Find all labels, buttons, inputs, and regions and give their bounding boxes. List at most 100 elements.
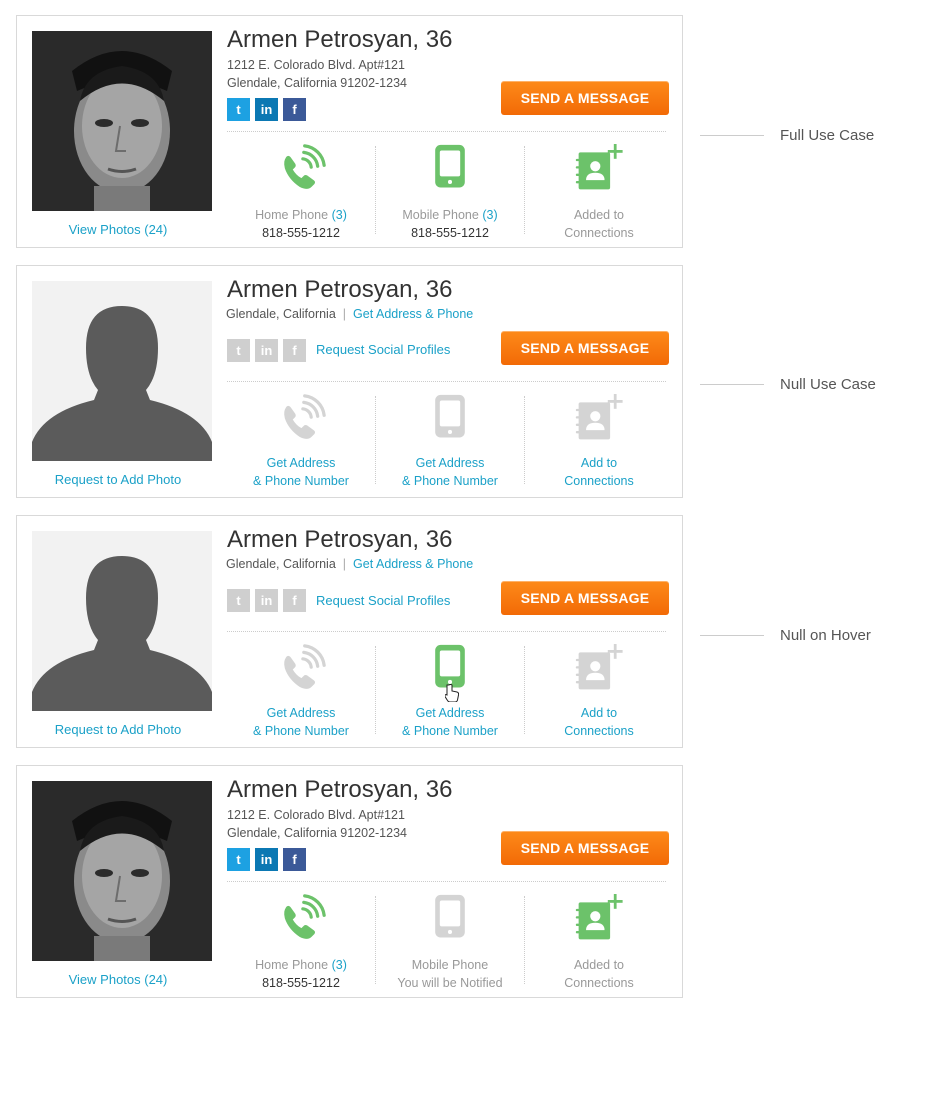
home-phone-number: 818-555-1212 [262,976,340,990]
person-name: Armen Petrosyan, 36 [227,276,453,303]
person-name: Armen Petrosyan, 36 [227,776,453,803]
phone-icon [276,644,326,694]
location-line: Glendale, California | Get Address & Phone [226,307,473,321]
request-social-link[interactable]: Request Social Profiles [316,342,450,357]
connections-block[interactable]: Add to Connections [525,394,673,488]
city-text: Glendale, California [226,307,336,321]
location-line: Glendale, California | Get Address & Phone [226,557,473,571]
twitter-icon[interactable]: t [227,848,250,871]
twitter-icon[interactable]: t [227,339,250,362]
add-connections-link-2[interactable]: Connections [525,472,673,490]
phone-icon [276,394,326,444]
mobile-phone-block-hover[interactable]: Get Address & Phone Number [376,644,524,738]
case-label: Null Use Case [700,376,876,393]
twitter-icon[interactable]: t [227,98,250,121]
home-phone-block[interactable]: Get Address & Phone Number [227,644,375,738]
address-line-1: 1212 E. Colorado Blvd. Apt#121 [227,808,405,822]
view-photos-link[interactable]: View Photos (24) [17,972,219,987]
mobile-phone-block[interactable]: Get Address & Phone Number [376,394,524,488]
connections-label-2: Connections [564,976,634,990]
case-label: Null on Hover [700,627,871,644]
social-profiles: t in f [227,848,306,871]
profile-card-partial: View Photos (24) Armen Petrosyan, 36 121… [16,765,683,998]
get-address-link-2[interactable]: & Phone Number [376,722,524,740]
get-address-link-2[interactable]: & Phone Number [227,722,375,740]
get-address-link-1[interactable]: Get Address [376,454,524,472]
request-social-link[interactable]: Request Social Profiles [316,593,450,608]
divider [227,631,666,632]
facebook-icon[interactable]: f [283,339,306,362]
case-label: Full Use Case [700,127,874,144]
twitter-icon[interactable]: t [227,589,250,612]
address-line-2: Glendale, California 91202-1234 [227,826,407,840]
facebook-icon[interactable]: f [283,848,306,871]
divider [227,881,666,882]
send-message-button[interactable]: SEND A MESSAGE [501,331,669,365]
social-profiles: t in f [227,339,306,362]
get-address-link-2[interactable]: & Phone Number [376,472,524,490]
placeholder-photo[interactable] [32,281,212,461]
send-message-button[interactable]: SEND A MESSAGE [501,831,669,865]
get-address-link-1[interactable]: Get Address [227,454,375,472]
get-address-link[interactable]: Get Address & Phone [353,557,473,571]
linkedin-icon[interactable]: in [255,848,278,871]
get-address-link[interactable]: Get Address & Phone [353,307,473,321]
connections-block[interactable]: Added to Connections [525,894,673,990]
home-phone-block[interactable]: Home Phone (3) 818-555-1212 [227,894,375,990]
person-name: Armen Petrosyan, 36 [227,26,453,53]
connections-label-2: Connections [564,226,634,240]
linkedin-icon[interactable]: in [255,589,278,612]
home-phone-label: Home Phone (3) [255,208,347,222]
address-line-1: 1212 E. Colorado Blvd. Apt#121 [227,58,405,72]
send-message-button[interactable]: SEND A MESSAGE [501,581,669,615]
add-connections-link-1[interactable]: Add to [525,704,673,722]
view-photos-link[interactable]: View Photos (24) [17,222,219,237]
home-phone-block[interactable]: Get Address & Phone Number [227,394,375,488]
send-message-button[interactable]: SEND A MESSAGE [501,81,669,115]
connections-label-1: Added to [573,958,625,972]
placeholder-photo[interactable] [32,531,212,711]
get-address-link-1[interactable]: Get Address [376,704,524,722]
add-contact-icon [574,644,624,694]
address-line-2: Glendale, California 91202-1234 [227,76,407,90]
mobile-phone-label: Mobile Phone (3) [402,208,498,222]
request-photo-link[interactable]: Request to Add Photo [17,722,219,737]
profile-photo[interactable] [32,31,212,211]
mobile-phone-icon [425,894,475,944]
mobile-phone-icon [425,144,475,194]
add-connections-link-2[interactable]: Connections [525,722,673,740]
divider [227,131,666,132]
divider [227,381,666,382]
connections-block[interactable]: Add to Connections [525,644,673,738]
add-connections-link-1[interactable]: Add to [525,454,673,472]
mobile-phone-number: 818-555-1212 [411,226,489,240]
linkedin-icon[interactable]: in [255,339,278,362]
social-profiles: t in f [227,589,306,612]
profile-card-null-hover: Request to Add Photo Armen Petrosyan, 36… [16,515,683,748]
phone-icon [276,894,326,944]
home-phone-block[interactable]: Home Phone (3) 818-555-1212 [227,144,375,240]
mobile-phone-icon [425,394,475,444]
mobile-phone-block[interactable]: Mobile Phone (3) 818-555-1212 [376,144,524,240]
home-phone-number: 818-555-1212 [262,226,340,240]
facebook-icon[interactable]: f [283,98,306,121]
facebook-icon[interactable]: f [283,589,306,612]
get-address-link-2[interactable]: & Phone Number [227,472,375,490]
home-phone-label: Home Phone (3) [255,958,347,972]
profile-photo[interactable] [32,781,212,961]
connections-label-1: Added to [573,208,625,222]
get-address-link-1[interactable]: Get Address [227,704,375,722]
social-profiles: t in f [227,98,306,121]
profile-card-full: View Photos (24) Armen Petrosyan, 36 121… [16,15,683,248]
add-contact-icon [574,894,624,944]
profile-card-null: Request to Add Photo Armen Petrosyan, 36… [16,265,683,498]
linkedin-icon[interactable]: in [255,98,278,121]
mobile-phone-block[interactable]: Mobile Phone You will be Notified [376,894,524,990]
city-text: Glendale, California [226,557,336,571]
add-contact-icon [574,394,624,444]
person-name: Armen Petrosyan, 36 [227,526,453,553]
add-contact-icon [574,144,624,194]
notify-text: You will be Notified [397,976,503,990]
request-photo-link[interactable]: Request to Add Photo [17,472,219,487]
connections-block[interactable]: Added to Connections [525,144,673,240]
